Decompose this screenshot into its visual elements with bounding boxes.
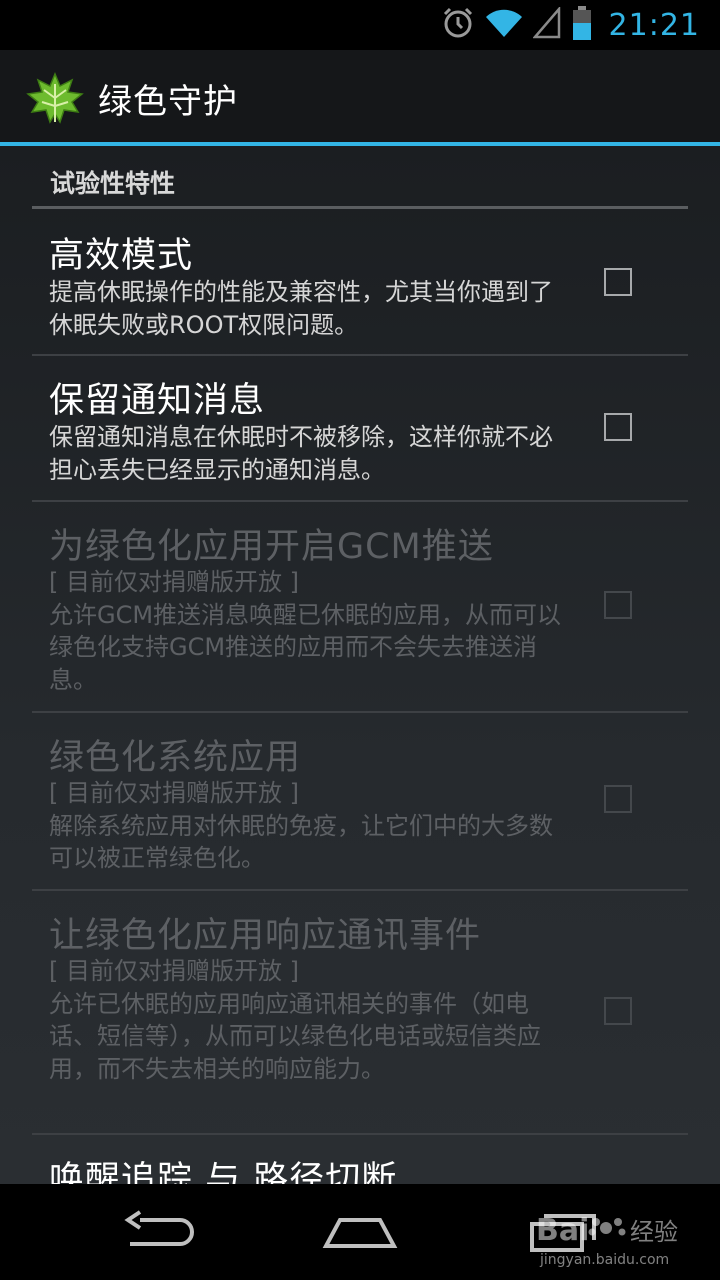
pref-greenify-system-apps: 绿色化系统应用 [ 目前仅对捐赠版开放 ] 解除系统应用对休眠的免疫，让它们中的… [32,713,688,889]
battery-icon [571,5,593,45]
pref-keep-notifications[interactable]: 保留通知消息 保留通知消息在休眠时不被移除，这样你就不必担心丢失已经显示的通知消… [32,356,688,501]
pref-title: 绿色化系统应用 [49,738,302,778]
category-header: 试验性特性 [50,169,176,198]
pref-summary: 提高休眠操作的性能及兼容性，尤其当你遇到了休眠失败或ROOT权限问题。 [49,278,553,339]
pref-title: 高效模式 [49,236,194,276]
watermark-url: jingyan.baidu.com [539,1252,669,1268]
alarm-icon [441,6,475,44]
pref-gcm-push: 为绿色化应用开启GCM推送 [ 目前仅对捐赠版开放 ] 允许GCM推送消息唤醒已… [32,502,688,712]
clock: 21:21 [608,7,700,43]
pref-title: 唤醒追踪 与 路径切断 [49,1160,398,1184]
paw-icon [588,1218,626,1236]
category-divider [32,206,688,209]
preferences-list[interactable]: 试验性特性 高效模式 提高休眠操作的性能及兼容性，尤其当你遇到了休眠失败或ROO… [0,146,720,1184]
signal-icon [531,5,561,43]
pref-summary: [ 目前仅对捐赠版开放 ] 允许已休眠的应用响应通讯相关的事件（如电话、短信等）… [49,957,541,1083]
watermark-brand: Bai [536,1213,589,1248]
pref-wakeup-tracking[interactable]: 唤醒追踪 与 路径切断 [32,1135,688,1184]
leaf-icon[interactable] [26,72,84,126]
checkbox[interactable] [604,268,632,296]
pref-title: 保留通知消息 [49,381,266,421]
watermark-suffix: 经验 [630,1218,678,1246]
checkbox [604,785,632,813]
wifi-icon [485,7,523,43]
pref-summary: [ 目前仅对捐赠版开放 ] 允许GCM推送消息唤醒已休眠的应用，从而可以绿色化支… [49,568,562,694]
checkbox[interactable] [604,413,632,441]
checkbox [604,997,632,1025]
pref-title: 为绿色化应用开启GCM推送 [49,527,494,567]
pref-efficient-mode[interactable]: 高效模式 提高休眠操作的性能及兼容性，尤其当你遇到了休眠失败或ROOT权限问题。 [32,210,688,355]
app-title: 绿色守护 [98,82,238,122]
pref-respond-comm-events: 让绿色化应用响应通讯事件 [ 目前仅对捐赠版开放 ] 允许已休眠的应用响应通讯相… [32,891,688,1133]
pref-summary: 保留通知消息在休眠时不被移除，这样你就不必担心丢失已经显示的通知消息。 [49,423,553,484]
home-icon[interactable] [320,1206,400,1258]
checkbox [604,591,632,619]
pref-summary: [ 目前仅对捐赠版开放 ] 解除系统应用对休眠的免疫，让它们中的大多数可以被正常… [49,779,553,872]
baidu-watermark: Bai 经验 jingyan.baidu.com [536,1213,678,1268]
pref-title: 让绿色化应用响应通讯事件 [49,916,482,956]
status-icons: 21:21 [441,4,700,46]
status-bar: 21:21 [0,0,720,50]
action-bar: 绿色守护 [0,50,720,142]
back-icon[interactable] [122,1206,198,1258]
